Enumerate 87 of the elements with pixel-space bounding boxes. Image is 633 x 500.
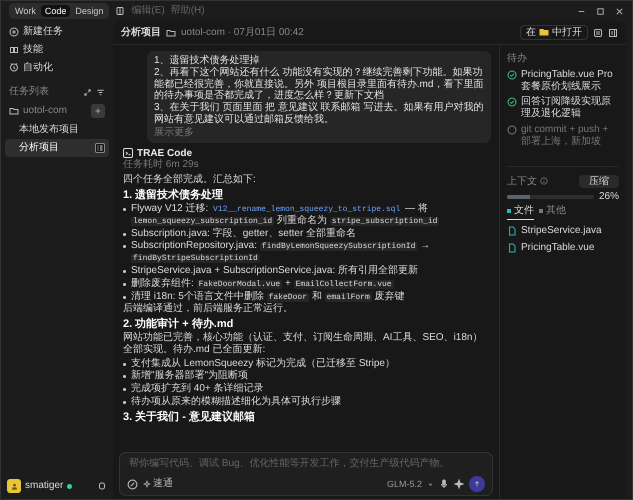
send-button[interactable] (469, 476, 485, 492)
sparkle-icon (143, 480, 151, 488)
filter-icon[interactable] (96, 88, 105, 97)
user-name: smatiger (25, 480, 64, 492)
task-meta: uotol-com · 07月01日 00:42 (181, 26, 304, 38)
message-field[interactable]: 帮你编写代码、调试 Bug、优化性能等开发工作，交付生产级代码产物。 速通 GLM-5.2 (119, 452, 493, 496)
context-tab[interactable]: 其他 (539, 205, 566, 220)
file-icon (507, 242, 517, 253)
bullet-dot (123, 296, 126, 299)
progress-percent: 26% (598, 190, 619, 203)
bullet-dot (123, 375, 126, 378)
panel-icon[interactable] (115, 6, 126, 16)
todo-text: 回答订阅降级实现原理及退化逻辑 (521, 96, 612, 120)
file-name[interactable]: StripeService.java (521, 224, 602, 237)
paragraph: 四个任务全部完成。汇总如下: (123, 174, 257, 186)
paragraph: 后端编译通过，前后端服务正常运行。 (123, 303, 294, 316)
list-item: 支付集成从 LemonSqueezy 标记为完成（已迁移至 Stripe） (131, 358, 395, 370)
sidebar-item[interactable]: 技能 (5, 40, 109, 59)
bullet-dot (123, 208, 126, 211)
section-heading: 3. 关于我们 - 意见建议邮箱 (123, 410, 256, 424)
message-line: 2、再看下这个网站还有什么 功能没有实现的？继续完善剩下功能。如果功能都已经很完善，你就直接说。另外 项目根目录里面有待办.md，看下里面的待办事项是否都完成了，进度怎么样？更新下文档 (154, 66, 484, 102)
list-item: 删除废弃组件: FakeDoorModal.vue + EmailCollectForm.vue (131, 278, 394, 290)
sidebar-item[interactable]: 新建任务 (5, 23, 109, 41)
plus-icon (94, 107, 102, 116)
section-heading: 2. 功能审计 + 待办.md (123, 318, 234, 332)
folder-icon (9, 106, 19, 116)
todo-text: git commit + push + 部署上海，新加坡 (521, 124, 610, 148)
bullet-dot (123, 362, 126, 366)
project-name[interactable]: uotol-com (23, 105, 67, 118)
list-item: Subscription.java: 字段、getter、setter 全部重命名 (131, 228, 356, 240)
compress-button[interactable]: 压缩 (579, 174, 619, 188)
book-icon (9, 44, 19, 55)
task-duration: 任务耗时 6m 29s (123, 159, 200, 172)
file-icon (507, 226, 517, 236)
bullet-dot (123, 245, 126, 248)
microphone-icon[interactable] (439, 479, 449, 489)
info-icon (540, 177, 548, 186)
list-item: 新增"服务器部署"为阻断项 (131, 370, 248, 382)
message-line: 3、在关于我们 页面里面 把 意见建议 联系邮箱 写进去。如果有用户对我的网站有意见建议可以通过邮箱反馈给我。 (154, 102, 484, 126)
maximize-icon[interactable] (596, 6, 605, 16)
expand-icon[interactable] (83, 88, 92, 97)
task-title: 分析项目 (121, 26, 161, 38)
model-select[interactable]: GLM-5.2 (386, 478, 422, 490)
bullet-dot (123, 282, 126, 286)
bullet-dot (123, 270, 126, 273)
person-icon (10, 482, 18, 490)
add-icon (9, 26, 19, 37)
list-item: 清理 i18n: 5个语言文件中删除 fakeDoor 和 emailForm 废弃键 (131, 290, 405, 302)
section-heading: 1. 遗留技术债务处理 (123, 188, 224, 202)
code-icon (123, 148, 133, 158)
agent-name: TRAE Code (137, 148, 192, 159)
mode-button[interactable]: 速通 (143, 478, 173, 490)
message-line: 1、遗留技术债务处理掉 (154, 55, 261, 66)
open-in-button[interactable]: 在 中打开 (520, 24, 588, 40)
section-title: 上下文 (507, 176, 537, 188)
list-item: 完成项扩充到 40+ 条详细记录 (131, 383, 264, 396)
add-task-button[interactable] (91, 104, 105, 118)
mode-tab[interactable]: Code (40, 4, 70, 18)
arrow-up-icon (473, 480, 481, 488)
file-name[interactable]: PricingTable.vue (521, 242, 594, 254)
todo-text: PricingTable.vue Pro 套餐原价划线展示 (521, 68, 614, 92)
list-item: StripeService.java + SubscriptionService.java: 所有引用全部更新 (131, 264, 418, 277)
bullet-dot (123, 388, 126, 392)
list-item: 待办项从原来的模糊描述细化为具体可执行步骤 (131, 396, 341, 408)
mode-tab[interactable]: Design (71, 4, 108, 18)
bullet-dot (123, 232, 126, 236)
folder-icon (539, 27, 549, 38)
panel-icon[interactable] (593, 28, 603, 38)
context-tab[interactable]: 文件 (507, 205, 534, 220)
list-item: SubscriptionRepository.java: findByLemonSqueezySubscriptionId → findByStripeSubscriptionId (131, 240, 432, 264)
caret-icon[interactable] (427, 480, 434, 488)
folder-icon (166, 28, 176, 38)
section-title: 任务列表 (9, 86, 49, 98)
close-icon[interactable] (615, 6, 624, 16)
sparkle-icon[interactable] (454, 479, 464, 489)
list-item: Flyway V12 迁移: V12__rename_lemon_squeezy_to_stripe.sql — 将 lemon_squeezy_subscription_id 列重命名为 stripe_subscription_id (131, 202, 440, 227)
section-title: 待办 (507, 53, 528, 65)
sidebar-item[interactable]: 自动化 (5, 58, 109, 76)
user-avatar[interactable] (7, 479, 21, 493)
task-menu-icon[interactable] (95, 142, 105, 153)
paragraph: 网站功能已完善，核心功能（认证、支付、订阅生命周期、AI工具、SEO、i18n）全部实现。待办.md 已全面更新: (123, 332, 484, 356)
clock-icon (9, 62, 19, 72)
task-item[interactable]: 本地发布项目 (5, 121, 109, 139)
mode-tab[interactable]: Work (11, 4, 40, 18)
sidebar-icon[interactable] (608, 28, 618, 38)
bullet-dot (123, 401, 126, 404)
task-item[interactable]: 分析项目 (5, 138, 109, 157)
